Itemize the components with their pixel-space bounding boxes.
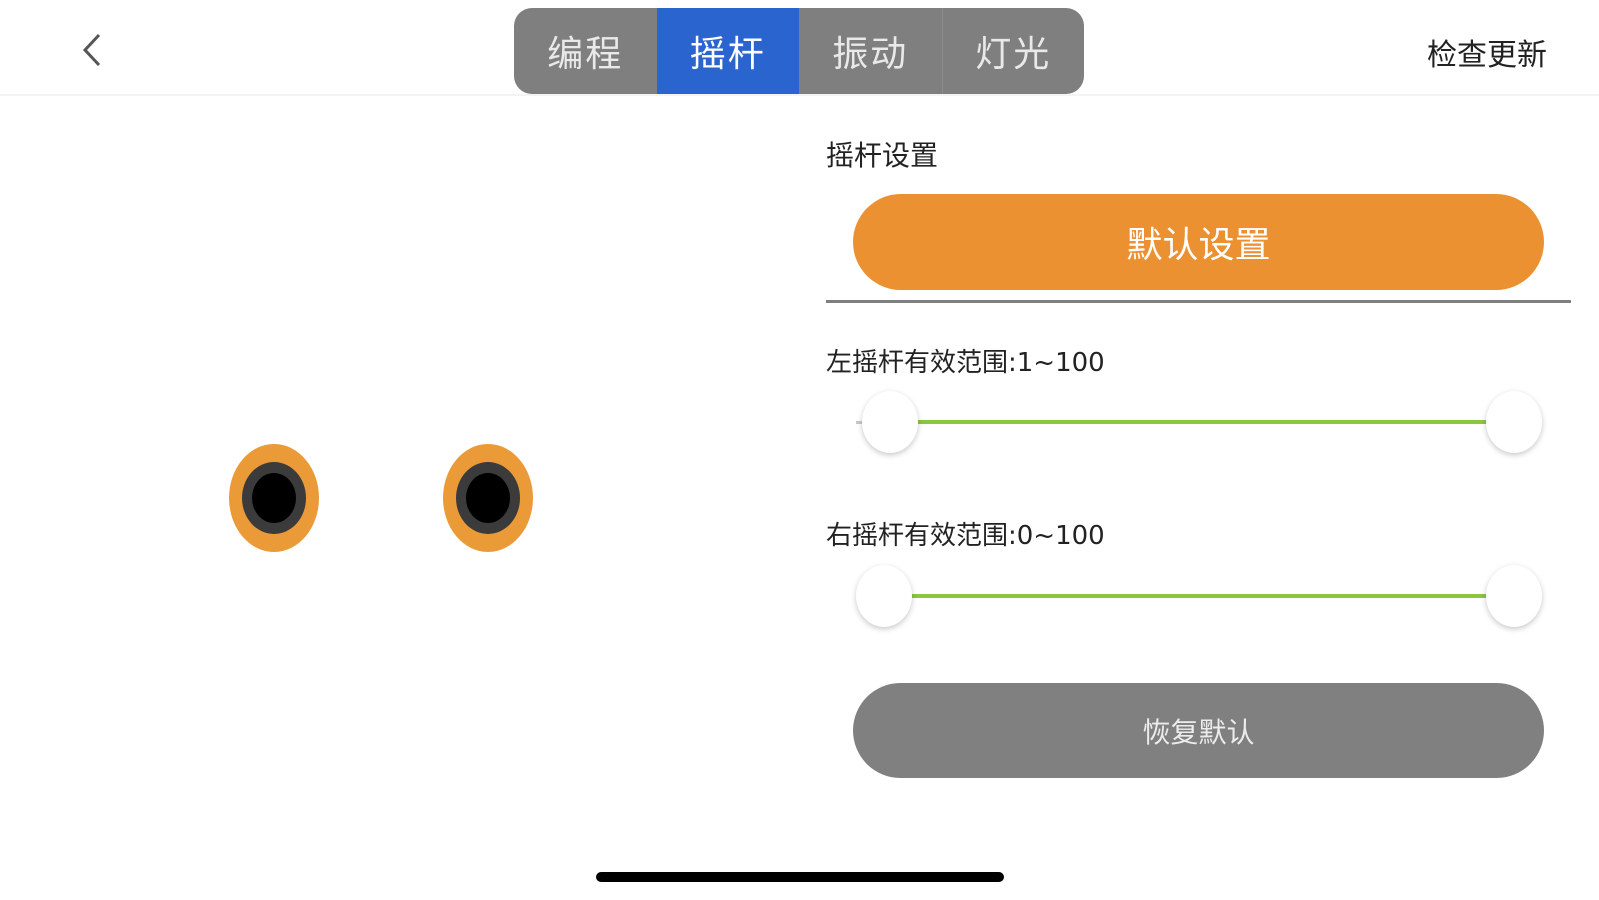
check-update-button[interactable]: 检查更新 <box>1427 30 1547 74</box>
mode-tab-group: 编程 摇杆 振动 灯光 <box>514 8 1084 94</box>
left-joystick-range-label: 左摇杆有效范围:1~100 <box>826 348 1105 378</box>
tab-lights[interactable]: 灯光 <box>941 8 1085 94</box>
left-joystick-range-slider[interactable] <box>856 390 1542 454</box>
top-bar: 编程 摇杆 振动 灯光 检查更新 <box>0 0 1599 96</box>
divider <box>826 300 1571 303</box>
restore-default-button[interactable]: 恢复默认 <box>853 683 1544 778</box>
default-settings-button[interactable]: 默认设置 <box>853 194 1544 290</box>
right-joystick-range-label: 右摇杆有效范围:0~100 <box>826 521 1105 551</box>
left-eye <box>229 444 319 552</box>
tab-vibration[interactable]: 振动 <box>799 8 942 94</box>
slider-min-thumb[interactable] <box>856 565 912 627</box>
home-indicator <box>596 872 1004 882</box>
slider-fill <box>890 420 1514 424</box>
slider-fill <box>884 594 1514 598</box>
slider-max-thumb[interactable] <box>1486 565 1542 627</box>
right-eye <box>443 444 533 552</box>
joystick-settings-title: 摇杆设置 <box>826 139 939 172</box>
tab-joystick[interactable]: 摇杆 <box>656 8 799 94</box>
slider-min-thumb[interactable] <box>862 391 919 453</box>
joystick-settings-screen: 编程 摇杆 振动 灯光 检查更新 摇杆设置 默认设置 左摇杆有效范围:1~100… <box>0 0 1599 900</box>
right-eye-pupil <box>466 473 510 523</box>
tab-programming[interactable]: 编程 <box>514 8 657 94</box>
slider-max-thumb[interactable] <box>1486 391 1542 453</box>
left-eye-pupil <box>252 473 296 523</box>
chevron-left-icon <box>82 33 101 67</box>
back-button[interactable] <box>70 25 114 75</box>
right-joystick-range-slider[interactable] <box>856 564 1542 628</box>
